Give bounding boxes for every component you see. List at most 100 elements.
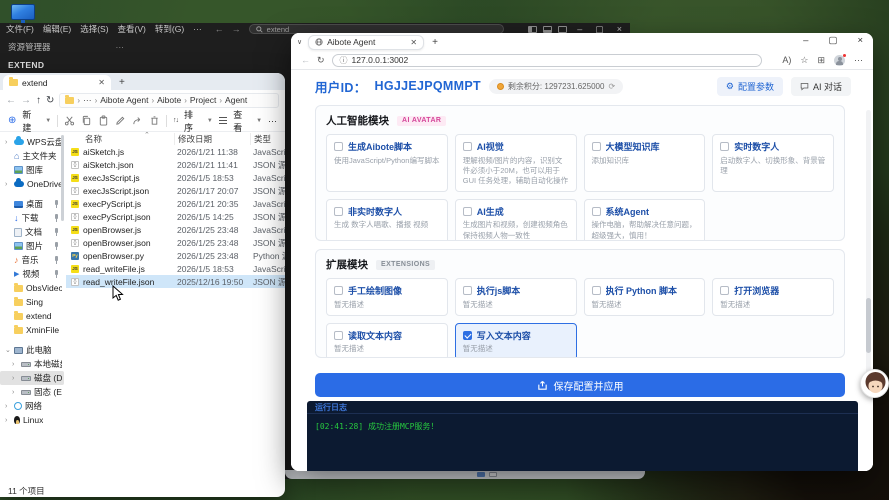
site-info-icon[interactable]: ⓘ xyxy=(340,55,348,66)
checkbox-unchecked[interactable] xyxy=(592,207,601,216)
column-type[interactable]: 类型 xyxy=(250,133,285,145)
up-icon[interactable]: ↑ xyxy=(36,95,41,106)
browser-tab[interactable]: Aibote Agent ✕ xyxy=(308,35,424,50)
back-icon[interactable]: ← xyxy=(215,24,224,34)
page-scrollbar-thumb[interactable] xyxy=(866,298,871,353)
module-card[interactable]: 系统Agent操作电脑，帮助解决任意问题，超级强大，慎用！ xyxy=(584,199,706,241)
sidebar-item--c-[interactable]: ›本地磁盘 (C:) xyxy=(0,357,64,371)
checkbox-unchecked[interactable] xyxy=(334,286,343,295)
breadcrumb-item[interactable]: Aibote xyxy=(157,95,181,105)
sidebar-item--[interactable]: ›网络 xyxy=(0,399,64,413)
checkbox-unchecked[interactable] xyxy=(720,142,729,151)
forward-icon[interactable]: → xyxy=(21,95,31,106)
workspace-section[interactable]: EXTEND xyxy=(8,60,132,70)
address-bar[interactable]: ⓘ 127.0.0.1:3002 xyxy=(332,54,762,67)
breadcrumb-item[interactable]: Aibote Agent xyxy=(100,95,148,105)
checkbox-unchecked[interactable] xyxy=(463,142,472,151)
toggle-panel-icon[interactable] xyxy=(543,26,552,33)
file-row[interactable]: {}execJsScript.json2026/1/17 20:07JSON 源… xyxy=(66,184,285,197)
module-card[interactable]: AI视觉理解视频/图片的内容，识别文件必须小于20M，也可以用于 GUI 任务处… xyxy=(455,134,577,192)
sidebar-item-extend[interactable]: extend xyxy=(0,309,64,323)
new-button[interactable]: 新建 xyxy=(22,108,39,134)
module-card[interactable]: 写入文本内容暂无描述 xyxy=(455,323,577,358)
sidebar-item-onedrive-per[interactable]: ›OneDrive - Per xyxy=(0,177,64,191)
new-tab-button[interactable]: + xyxy=(432,37,438,48)
checkbox-unchecked[interactable] xyxy=(334,142,343,151)
module-card[interactable]: 生成Aibote脚本使用JavaScript/Python编写脚本 xyxy=(326,134,448,192)
checkbox-unchecked[interactable] xyxy=(334,331,343,340)
sidebar-item-sing[interactable]: Sing xyxy=(0,295,64,309)
new-tab-button[interactable]: + xyxy=(119,77,125,88)
menu-item[interactable]: 查看(V) xyxy=(118,24,146,34)
module-card[interactable]: 读取文本内容暂无描述 xyxy=(326,323,448,358)
module-card[interactable]: 非实时数字人生成 数字人唱歌、播报 视频 xyxy=(326,199,448,241)
more-options-icon[interactable]: ··· xyxy=(268,116,277,126)
save-config-button[interactable]: 保存配置并应用 xyxy=(315,373,845,397)
breadcrumb-item[interactable]: ··· xyxy=(83,95,92,105)
back-icon[interactable]: ← xyxy=(301,55,310,65)
checkbox-unchecked[interactable] xyxy=(463,207,472,216)
sidebar-item--[interactable]: ⌄此电脑 xyxy=(0,343,64,357)
sidebar-item--d-[interactable]: ›磁盘 (D:) xyxy=(0,371,64,385)
file-row[interactable]: JSexecJsScript.js2026/1/5 18:53JavaScrip… xyxy=(66,171,285,184)
sidebar-item--[interactable]: 图片 xyxy=(0,239,64,253)
checkbox-checked[interactable] xyxy=(463,331,472,340)
sidebar-item--[interactable]: 图库 xyxy=(0,163,64,177)
sidebar-item--e-[interactable]: ›固态 (E:) xyxy=(0,385,64,399)
ai-chat-button[interactable]: AI 对话 xyxy=(791,77,851,96)
read-aloud-icon[interactable]: A) xyxy=(782,55,791,65)
sidebar-scrollbar[interactable] xyxy=(61,135,64,221)
split-screen-icon[interactable]: ⊞ xyxy=(817,55,825,66)
new-item-icon[interactable]: ⊕ xyxy=(8,115,16,126)
customize-layout-icon[interactable] xyxy=(558,26,567,33)
breadcrumb-item[interactable]: Agent xyxy=(225,95,247,105)
module-card[interactable]: 实时数字人启动数字人、切换形象、背景管理 xyxy=(712,134,834,192)
checkbox-unchecked[interactable] xyxy=(334,207,343,216)
file-row[interactable]: {}execPyScript.json2026/1/5 14:25JSON 源文… xyxy=(66,210,285,223)
minimize-icon[interactable]: – xyxy=(803,35,808,46)
module-card[interactable]: AI生成生成图片和视频，创建视频角色保持视频人物一致性 xyxy=(455,199,577,241)
checkbox-unchecked[interactable] xyxy=(720,286,729,295)
module-card[interactable]: 大模型知识库添加知识库 xyxy=(584,134,706,192)
module-card[interactable]: 执行 Python 脚本暂无描述 xyxy=(584,278,706,316)
file-row[interactable]: {}openBrowser.json2026/1/25 23:48JSON 源文… xyxy=(66,236,285,249)
sidebar-item--[interactable]: 桌面 xyxy=(0,197,64,211)
breadcrumb[interactable]: ›···›Aibote Agent›Aibote›Project›Agent xyxy=(59,93,279,108)
sidebar-item--[interactable]: ↓下载 xyxy=(0,211,64,225)
column-name[interactable]: 名称⌃ xyxy=(66,133,174,145)
profile-avatar[interactable] xyxy=(834,55,845,66)
module-card[interactable]: 执行js脚本暂无描述 xyxy=(455,278,577,316)
file-row[interactable]: {}read_writeFile.json2025/12/16 19:50JSO… xyxy=(66,275,285,288)
rename-icon[interactable] xyxy=(115,115,126,126)
file-row[interactable]: {}aiSketch.json2026/1/21 11:41JSON 源文... xyxy=(66,158,285,171)
sidebar-item-obsvideo[interactable]: ObsVideo xyxy=(0,281,64,295)
config-params-button[interactable]: ⚙ 配置参数 xyxy=(717,77,783,96)
refresh-credits-icon[interactable]: ⟳ xyxy=(608,82,615,91)
refresh-icon[interactable]: ↻ xyxy=(46,95,54,106)
sidebar-item--[interactable]: ⌂主文件夹 xyxy=(0,149,64,163)
sort-button[interactable]: 排序 xyxy=(184,108,201,134)
menu-item[interactable]: 选择(S) xyxy=(80,24,108,34)
refresh-icon[interactable]: ↻ xyxy=(317,55,325,66)
more-actions-icon[interactable]: ··· xyxy=(116,42,125,52)
checkbox-unchecked[interactable] xyxy=(463,286,472,295)
sidebar-item--[interactable]: 文档 xyxy=(0,225,64,239)
close-tab-icon[interactable]: ✕ xyxy=(98,78,105,87)
paste-icon[interactable] xyxy=(98,115,109,126)
maximize-icon[interactable]: ▢ xyxy=(828,35,837,46)
sidebar-item--[interactable]: ▶视频 xyxy=(0,267,64,281)
checkbox-unchecked[interactable] xyxy=(592,286,601,295)
forward-icon[interactable]: → xyxy=(232,24,241,34)
tab-search-icon[interactable]: ∨ xyxy=(297,38,302,46)
module-card[interactable]: 手工绘制图像暂无描述 xyxy=(326,278,448,316)
cut-icon[interactable] xyxy=(64,115,75,126)
view-button[interactable]: 查看 xyxy=(233,108,250,134)
file-row[interactable]: PyopenBrowser.py2026/1/25 23:48Python 源.… xyxy=(66,249,285,262)
menu-item[interactable]: 编辑(E) xyxy=(43,24,71,34)
file-row[interactable]: JSexecPyScript.js2026/1/21 20:35JavaScri… xyxy=(66,197,285,210)
column-date[interactable]: 修改日期 xyxy=(174,133,250,145)
file-row[interactable]: JSread_writeFile.js2026/1/5 18:53JavaScr… xyxy=(66,262,285,275)
menu-item[interactable]: ··· xyxy=(193,24,202,34)
favorite-star-icon[interactable]: ☆ xyxy=(800,55,808,66)
sidebar-item--[interactable]: ♪音乐 xyxy=(0,253,64,267)
